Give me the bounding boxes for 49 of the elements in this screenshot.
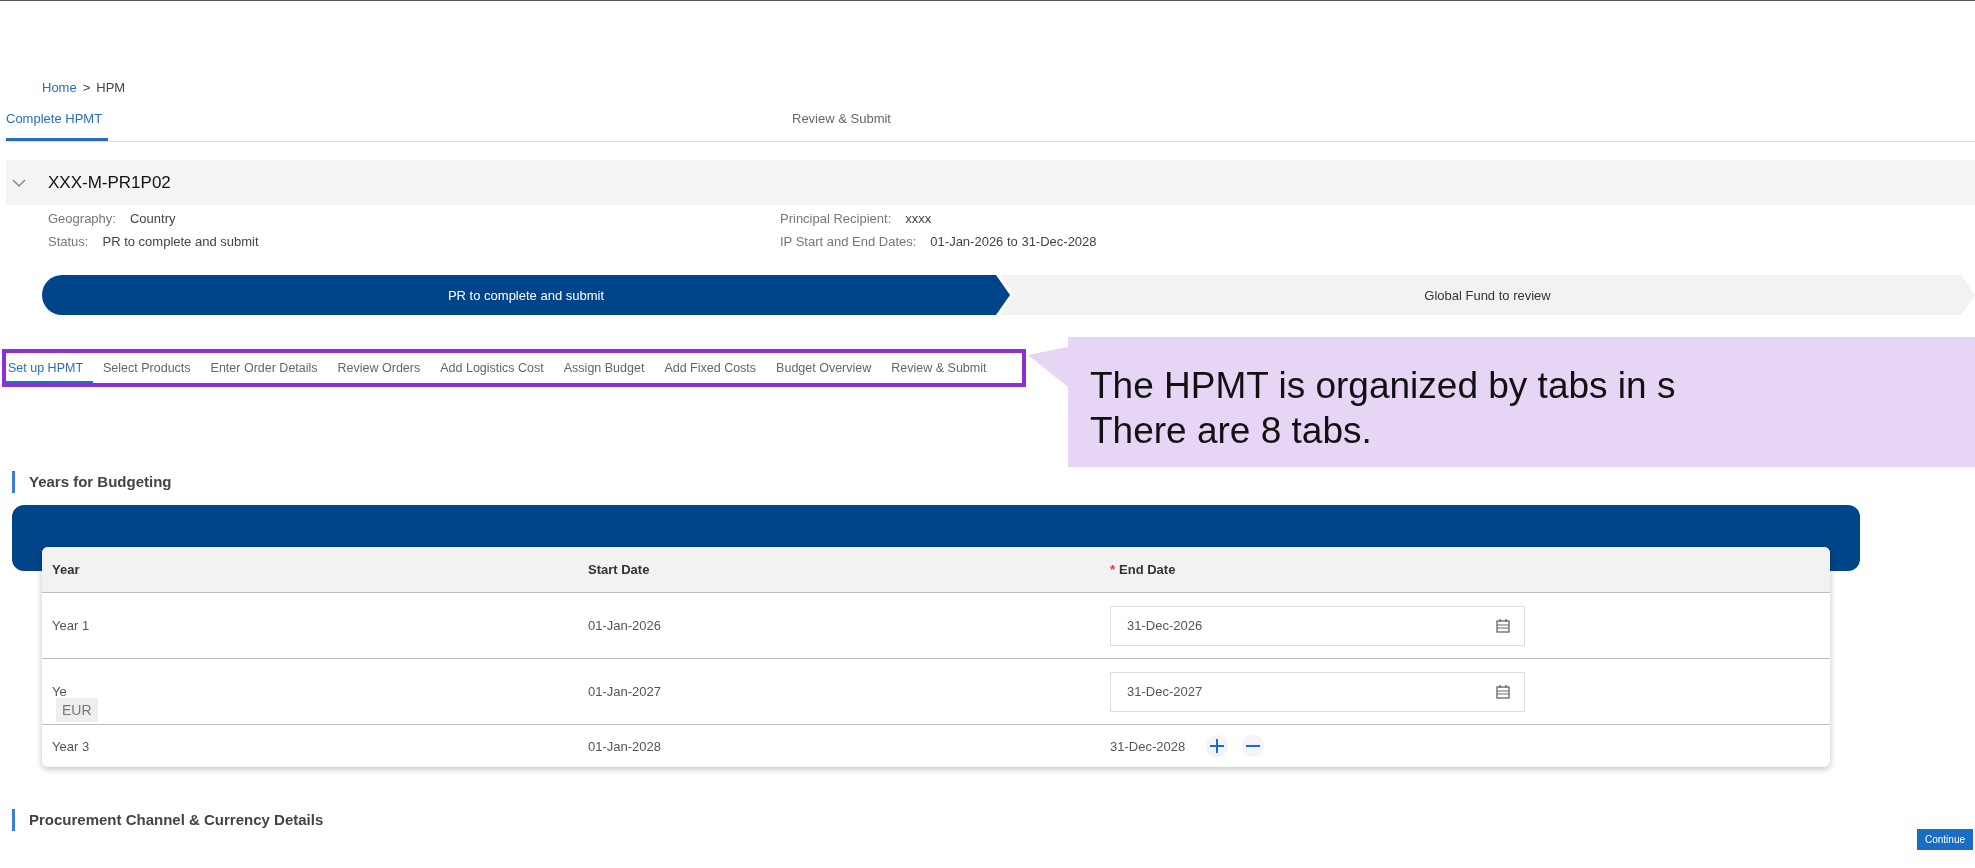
table-cell: Ye [52,684,67,699]
column-header: Start Date [588,562,650,577]
step-tab[interactable]: Assign Budget [553,353,655,383]
calendar-icon[interactable] [1496,618,1510,633]
calendar-icon[interactable] [1496,684,1510,699]
step-tab[interactable]: Enter Order Details [200,353,328,383]
record-title: XXX-M-PR1P02 [48,172,171,193]
field-label: Geography: [48,211,116,226]
field-value: Country [129,211,176,226]
breadcrumb-current: HPM [96,79,126,95]
continue-button[interactable]: Continue [1916,829,1973,850]
step-tab[interactable]: Budget Overview [766,353,882,383]
step-tab[interactable]: Review Orders [327,353,431,383]
required-mark: * [1110,562,1116,577]
step-tab[interactable]: Add Logistics Cost [430,353,554,383]
column-header: Year [52,562,80,577]
page-tab[interactable]: Complete HPMT [6,103,108,141]
table-cell: 01-Jan-2028 [588,738,661,754]
step-tab[interactable]: Set up HPMT [6,353,94,383]
date-field[interactable]: 31-Dec-2027 [1110,671,1525,712]
progress-step: Global Fund to review [1000,275,1975,315]
breadcrumb-separator: > [82,79,91,95]
field-label: IP Start and End Dates: [780,234,917,249]
field-value: xxxx [905,211,932,226]
remove-icon[interactable] [1241,734,1266,758]
table-cell: Year 3 [52,738,90,754]
page-tab[interactable]: Review & Submit [792,103,891,141]
step-tab[interactable]: Review & Submit [881,353,997,383]
table-cell: 01-Jan-2027 [588,684,661,699]
add-icon[interactable] [1205,734,1230,758]
field-value: 01-Jan-2026 to 31-Dec-2028 [930,234,1097,249]
date-field[interactable]: 31-Dec-2026 [1110,605,1525,646]
callout-text: There are 8 tabs. [1090,409,1373,453]
progress-step: PR to complete and submit [42,275,1010,315]
callout-text: The HPMT is organized by tabs in s [1090,364,1677,408]
field-label: Principal Recipient: [780,211,892,226]
step-tab[interactable]: Select Products [93,353,201,383]
chevron-icon[interactable] [12,177,26,188]
table-cell: Year 1 [52,618,90,633]
field-value: PR to complete and submit [102,234,259,249]
table-cell: 31-Dec-2028 [1110,738,1186,754]
column-header: End Date [1119,562,1176,577]
section-title: Years for Budgeting [12,471,1975,493]
table-cell: 01-Jan-2026 [588,618,661,633]
section-title: Procurement Channel & Currency Details [12,809,324,831]
field-label: Status: [48,234,89,249]
tooltip: EUR [56,698,98,722]
step-tab[interactable]: Add Fixed Costs [654,353,767,383]
breadcrumb-link[interactable]: Home [42,79,77,95]
